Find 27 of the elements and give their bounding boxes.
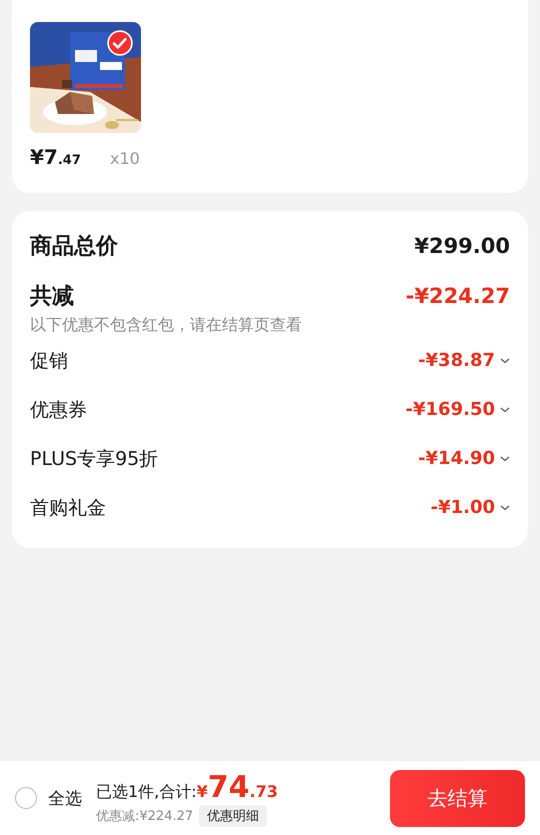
chevron-icon[interactable]: [500, 456, 510, 462]
discount-item-label: PLUS专享95折: [30, 446, 158, 472]
saved-amount: 优惠减:¥224.27: [96, 808, 194, 824]
total-price: ¥74.73: [196, 770, 278, 804]
product-price: ¥7.47: [30, 145, 82, 169]
discount-item-label: 优惠券: [30, 398, 87, 422]
total-label: 商品总价: [30, 233, 118, 261]
discount-note: 以下优惠不包含红包，请在结算页查看: [30, 315, 303, 336]
discount-item-value: -¥169.50: [406, 399, 495, 420]
discount-details-button[interactable]: 优惠明细: [199, 804, 268, 826]
total-value: ¥299.00: [414, 234, 510, 258]
discount-item-label: 促销: [30, 348, 68, 374]
product-quantity: x10: [110, 149, 140, 168]
discount-value: -¥224.27: [406, 284, 510, 308]
chevron-icon[interactable]: [500, 358, 510, 364]
discount-item-value: -¥1.00: [430, 497, 495, 518]
check-icon[interactable]: [107, 30, 133, 56]
chevron-icon[interactable]: [500, 406, 510, 412]
discount-item-value: -¥14.90: [418, 448, 495, 469]
chevron-icon[interactable]: [500, 504, 510, 510]
selected-count-text: 已选1件,合计:: [96, 782, 197, 802]
select-all-label[interactable]: 全选: [48, 786, 82, 810]
discount-label: 共减: [30, 283, 74, 311]
discount-item-label: 首购礼金: [30, 496, 106, 520]
checkout-button[interactable]: 去结算: [390, 770, 525, 826]
discount-item-value: -¥38.87: [418, 350, 495, 371]
select-all-radio[interactable]: [15, 787, 37, 809]
